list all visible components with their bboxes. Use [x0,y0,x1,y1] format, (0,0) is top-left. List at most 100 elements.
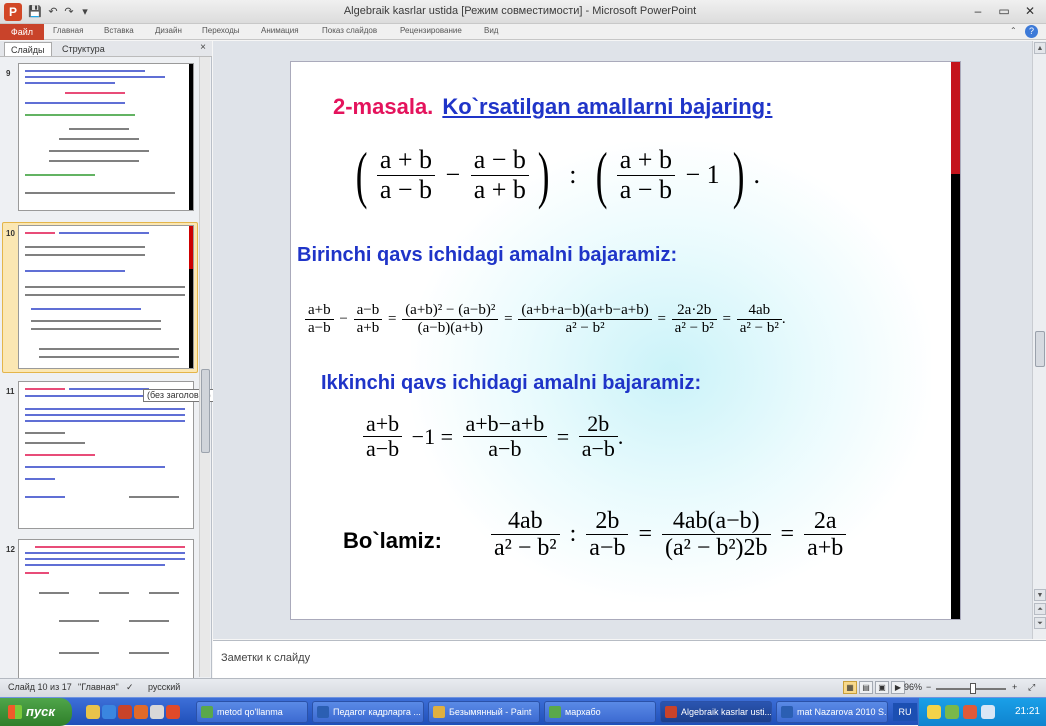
editor-scrollbar[interactable]: ▲ ▼ ⏶ ⏷ [1032,41,1046,639]
collapse-ribbon-icon[interactable]: ⌃ [1010,26,1017,35]
slides-panel: Слайды Структура × 9 10 11 12 (без загол… [0,41,215,679]
slide-thumbnail-10[interactable] [18,225,194,369]
zoom-in-button[interactable]: + [1012,682,1017,692]
tab-outline[interactable]: Структура [56,42,111,56]
firefox-icon[interactable] [134,705,148,719]
word-icon [781,706,793,718]
ie-icon[interactable] [102,705,116,719]
start-button[interactable]: пуск [0,698,72,726]
slide-number: 10 [6,229,15,238]
tab-insert[interactable]: Вставка [104,26,134,35]
taskbar-item-active[interactable]: Algebraik kasrlar usti... [660,701,772,723]
panel-close-icon[interactable]: × [200,42,206,53]
taskbar: пуск metod qo'llanma Педагог кадрларга .… [0,697,1046,726]
chrome-icon[interactable] [150,705,164,719]
windows-logo-icon [8,705,22,719]
thumb-accent-red [189,226,193,269]
clock[interactable]: 21:21 [1015,706,1040,717]
slide-thumbnail-11[interactable] [18,381,194,529]
theme-name: "Главная" [78,682,119,692]
normal-view-button[interactable]: ▦ [843,681,857,694]
next-slide-icon[interactable]: ⏷ [1034,617,1046,629]
fit-to-window-icon[interactable]: ⤢ [1028,682,1035,693]
zoom-out-button[interactable]: − [926,682,931,692]
tab-file[interactable]: Файл [0,24,44,40]
tab-review[interactable]: Рецензирование [400,26,462,35]
tray-icon[interactable] [945,705,959,719]
language-bar[interactable]: RU [893,703,917,721]
show-desktop-icon[interactable] [86,705,100,719]
taskbar-item[interactable]: Педагог кадрларга ... [312,701,424,723]
tray-icon[interactable] [927,705,941,719]
tab-view[interactable]: Вид [484,26,498,35]
slide-counter: Слайд 10 из 17 [8,682,72,692]
panel-tabs: Слайды Структура × [0,41,212,57]
slide-number: 11 [6,387,15,396]
thumb-accent [189,64,193,210]
slide-canvas[interactable]: 2-masala. Ko`rsatilgan amallarni bajarin… [291,62,960,619]
folder-icon [549,706,561,718]
spellcheck-icon[interactable]: ✓ [126,682,134,693]
slide-number: 9 [6,69,11,78]
tab-transitions[interactable]: Переходы [202,26,240,35]
window-title: Algebraik kasrlar ustida [Режим совмести… [343,5,697,17]
zoom-level[interactable]: 96% [904,682,922,692]
save-icon[interactable]: 💾 [28,5,42,19]
problem-expression: ( a + ba − b − a − ba + b ) : ( a + ba −… [355,139,760,210]
folder-icon [201,706,213,718]
slide-sorter-button[interactable]: ▤ [859,681,873,694]
system-tray: 21:21 [918,698,1046,726]
title-bar: P 💾 ↶ ↷ ▾ Algebraik kasrlar ustida [Режи… [0,0,1046,24]
slideshow-button[interactable]: ▶ [891,681,905,694]
start-label: пуск [26,704,55,719]
undo-icon[interactable]: ↶ [46,5,60,19]
taskbar-item[interactable]: metod qo'llanma [196,701,308,723]
notes-pane[interactable]: Заметки к слайду [213,640,1046,678]
tab-animations[interactable]: Анимация [261,26,299,35]
slide-thumbnail-12[interactable] [18,539,194,679]
tab-slides[interactable]: Слайды [4,42,52,56]
slide-editor: 2-masala. Ko`rsatilgan amallarni bajarin… [213,41,1046,639]
step2-heading: Ikkinchi qavs ichidagi amalni bajaramiz: [321,372,702,394]
previous-slide-icon[interactable]: ⏶ [1034,603,1046,615]
notes-placeholder[interactable]: Заметки к слайду [221,652,310,664]
problem-number: 2-masala. [333,94,434,119]
taskbar-item[interactable]: мархабо [544,701,656,723]
step1-heading: Birinchi qavs ichidagi amalni bajaramiz: [297,244,678,266]
help-icon[interactable]: ? [1025,25,1038,38]
tab-slideshow[interactable]: Показ слайдов [322,26,377,35]
step1-expression: a+b a−b − a−b a+b = (a+b)² − (a−b)² (a−b)(a… [305,302,786,336]
scroll-up-icon[interactable]: ▲ [1034,42,1046,54]
divide-label: Bo`lamiz: [343,528,442,553]
slides-panel-scrollbar[interactable] [199,57,210,677]
problem-title: Ko`rsatilgan amallarni bajaring: [442,94,773,119]
customize-toolbar-icon[interactable]: ▾ [78,5,92,19]
slide-side-bar-red [951,62,960,174]
ribbon-tabs: Файл Главная Вставка Дизайн Переходы Ани… [0,24,1046,40]
minimize-button[interactable]: – [966,2,990,20]
scroll-thumb[interactable] [201,369,210,453]
powerpoint-logo-icon[interactable]: P [4,3,22,21]
divide-expression: 4ab a² − b² : 2b a−b = 4ab(a−b) (a² − b²)2b… [491,508,847,562]
opera-icon[interactable] [166,705,180,719]
volume-icon[interactable] [981,705,995,719]
powerpoint-icon[interactable] [118,705,132,719]
zoom-slider-handle[interactable] [970,683,976,694]
language-indicator[interactable]: русский [148,682,180,692]
powerpoint-icon [665,706,677,718]
scroll-thumb[interactable] [1035,331,1045,367]
tab-home[interactable]: Главная [53,26,83,35]
maximize-button[interactable]: ▭ [992,2,1016,20]
taskbar-item[interactable]: Безымянный - Paint [428,701,540,723]
close-button[interactable]: ✕ [1018,2,1042,20]
tray-icon[interactable] [963,705,977,719]
slide-number: 12 [6,545,15,554]
tab-design[interactable]: Дизайн [155,26,182,35]
taskbar-item[interactable]: mat Nazarova 2010 S... [776,701,888,723]
word-icon [317,706,329,718]
reading-view-button[interactable]: ▣ [875,681,889,694]
paint-icon [433,706,445,718]
redo-icon[interactable]: ↷ [62,5,76,19]
scroll-down-icon[interactable]: ▼ [1034,589,1046,601]
slide-thumbnail-9[interactable] [18,63,194,211]
